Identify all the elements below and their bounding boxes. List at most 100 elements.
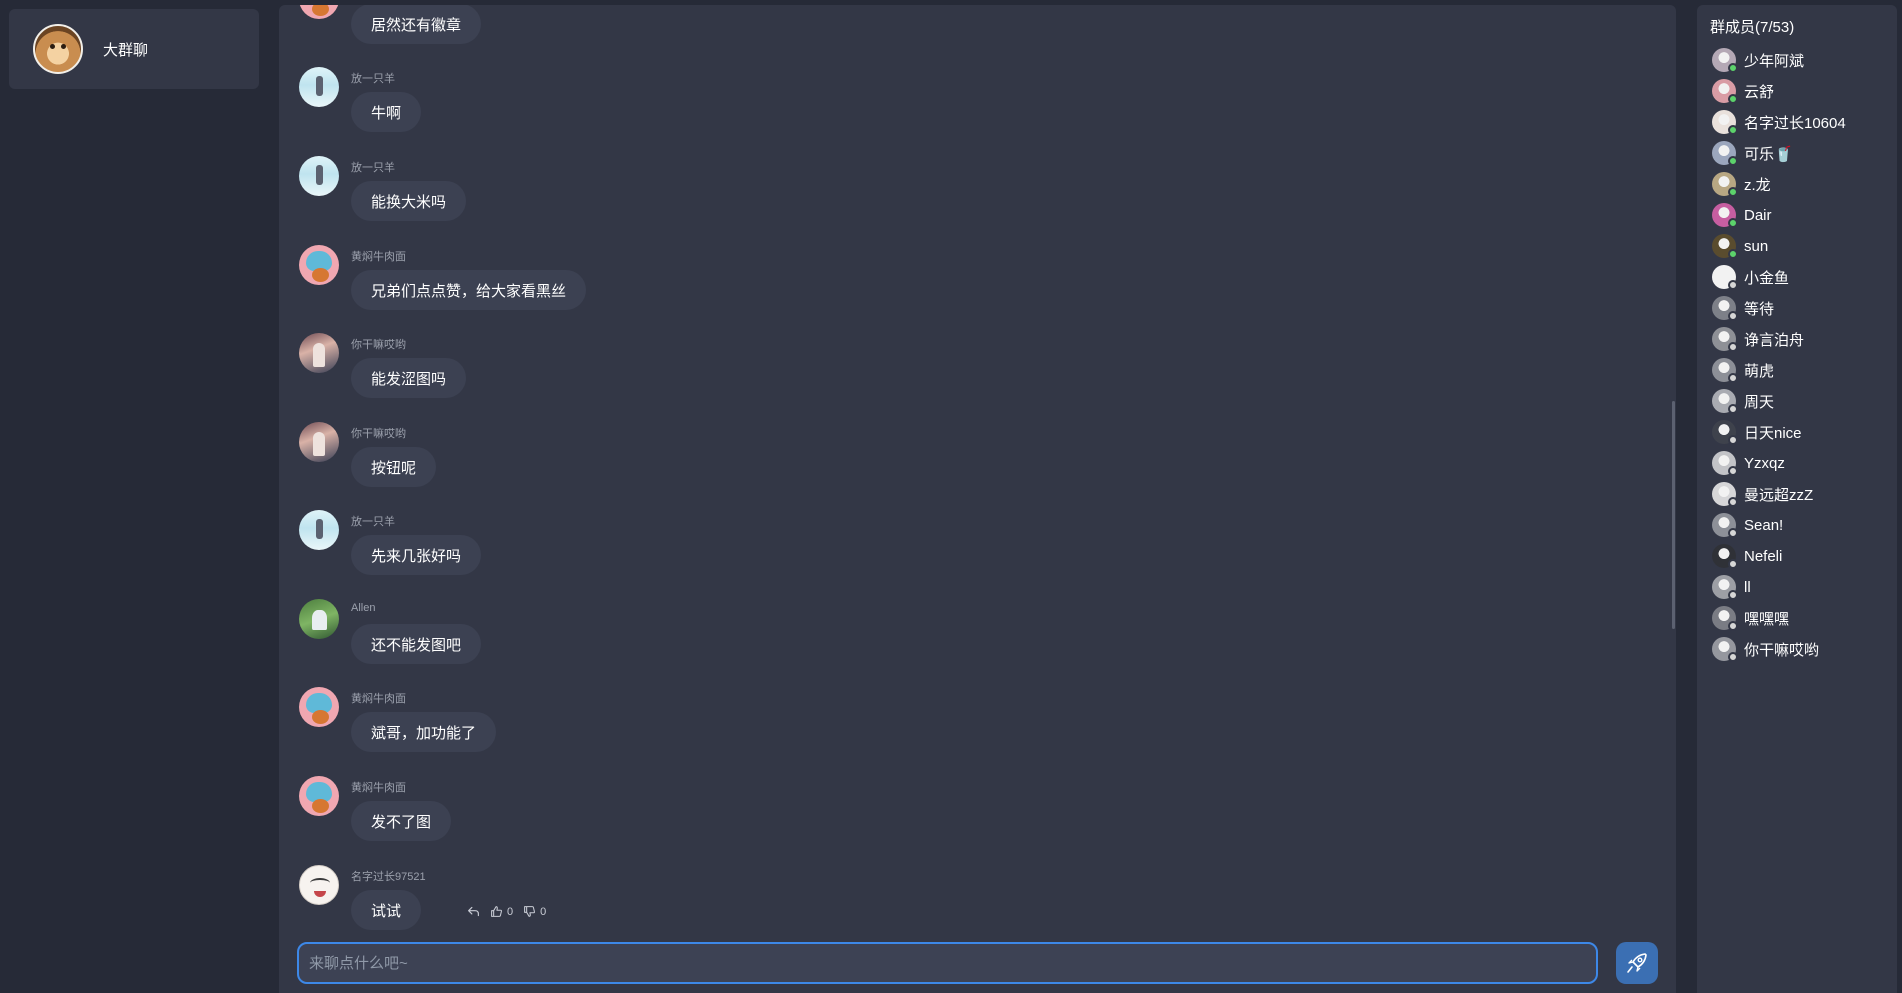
member-avatar bbox=[1712, 513, 1738, 538]
member-item[interactable]: 你干嘛哎哟 bbox=[1712, 635, 1819, 663]
status-dot bbox=[1728, 373, 1738, 383]
member-avatar bbox=[1712, 327, 1738, 352]
member-avatar bbox=[1712, 389, 1738, 414]
dino-avatar[interactable] bbox=[299, 5, 339, 19]
member-item[interactable]: sun bbox=[1712, 232, 1768, 260]
member-avatar bbox=[1712, 110, 1738, 135]
member-item[interactable]: Sean! bbox=[1712, 511, 1783, 539]
face-avatar[interactable] bbox=[299, 865, 339, 905]
member-name: Yzxqz bbox=[1744, 454, 1785, 472]
status-dot bbox=[1728, 497, 1738, 507]
message-item: 放一只羊 牛啊 bbox=[299, 67, 1199, 153]
dino-avatar[interactable] bbox=[299, 687, 339, 727]
message-item: 名字过长97521 试试 0 0 bbox=[299, 865, 1199, 930]
conversation-item-group-chat[interactable]: 大群聊 bbox=[9, 9, 259, 89]
message-item: 黄焖牛肉面 兄弟们点点赞，给大家看黑丝 bbox=[299, 245, 1199, 331]
status-dot bbox=[1728, 590, 1738, 600]
member-avatar bbox=[1712, 420, 1738, 445]
status-dot bbox=[1728, 249, 1738, 259]
member-name: 名字过长10604 bbox=[1744, 114, 1846, 132]
member-avatar bbox=[1712, 575, 1738, 600]
member-name: 诤言泊舟 bbox=[1744, 331, 1805, 349]
member-item[interactable]: Yzxqz bbox=[1712, 449, 1785, 477]
member-name: 日天nice bbox=[1744, 424, 1802, 442]
member-item[interactable]: Nefeli bbox=[1712, 542, 1782, 570]
thumbs-down-icon bbox=[524, 906, 536, 917]
message-bubble: 斌哥，加功能了 bbox=[351, 712, 497, 752]
message-sender: 黄焖牛肉面 bbox=[351, 251, 406, 263]
message-bubble: 能发涩图吗 bbox=[351, 358, 467, 398]
member-avatar bbox=[1712, 482, 1738, 507]
chat-panel: 居然还有徽章 放一只羊 牛啊 放一只羊 能换大米吗 黄焖牛肉面 兄弟们点点赞，给… bbox=[279, 5, 1676, 993]
status-dot bbox=[1728, 621, 1738, 631]
member-item[interactable]: 诤言泊舟 bbox=[1712, 325, 1804, 353]
dino-avatar[interactable] bbox=[299, 245, 339, 285]
member-avatar bbox=[1712, 172, 1738, 197]
message-sender: 放一只羊 bbox=[351, 73, 395, 85]
message-item: 你干嘛哎哟 能发涩图吗 bbox=[299, 333, 1199, 419]
sheep-avatar[interactable] bbox=[299, 67, 339, 107]
like-button[interactable]: 0 bbox=[490, 905, 513, 918]
rocket-icon bbox=[1627, 953, 1647, 973]
send-button[interactable] bbox=[1616, 942, 1658, 984]
allen-avatar[interactable] bbox=[299, 599, 339, 639]
status-dot bbox=[1728, 528, 1738, 538]
sheep-avatar[interactable] bbox=[299, 510, 339, 550]
member-avatar bbox=[1712, 265, 1738, 290]
conversation-avatar bbox=[33, 24, 83, 74]
message-input[interactable] bbox=[297, 942, 1598, 984]
sheep-avatar[interactable] bbox=[299, 156, 339, 196]
member-item[interactable]: 曼远超zzZ bbox=[1712, 480, 1813, 508]
photo-avatar[interactable] bbox=[299, 422, 339, 462]
member-avatar bbox=[1712, 141, 1738, 166]
conversation-name: 大群聊 bbox=[103, 41, 149, 59]
thumbs-up-icon bbox=[491, 906, 503, 917]
member-name: 嘿嘿嘿 bbox=[1744, 610, 1790, 628]
member-avatar bbox=[1712, 234, 1738, 259]
member-item[interactable]: 名字过长10604 bbox=[1712, 108, 1846, 136]
reply-icon bbox=[468, 906, 479, 917]
member-item[interactable]: 可乐🥤 bbox=[1712, 139, 1793, 167]
member-name: 周天 bbox=[1744, 393, 1775, 411]
status-dot bbox=[1728, 125, 1738, 135]
dislike-count: 0 bbox=[540, 905, 547, 918]
dislike-button[interactable]: 0 bbox=[523, 905, 546, 918]
member-item[interactable]: 周天 bbox=[1712, 387, 1774, 415]
member-item[interactable]: 云舒 bbox=[1712, 77, 1774, 105]
member-item[interactable]: 日天nice bbox=[1712, 418, 1802, 446]
message-sender: 黄焖牛肉面 bbox=[351, 693, 406, 705]
member-name: 小金鱼 bbox=[1744, 269, 1790, 287]
member-item[interactable]: 萌虎 bbox=[1712, 356, 1774, 384]
message-sender: 放一只羊 bbox=[351, 162, 395, 174]
member-item[interactable]: z.龙 bbox=[1712, 170, 1771, 198]
message-sender: 你干嘛哎哟 bbox=[351, 339, 406, 351]
member-item[interactable]: 少年阿斌 bbox=[1712, 46, 1804, 74]
member-name: 少年阿斌 bbox=[1744, 52, 1805, 70]
message-sender: Allen bbox=[351, 602, 376, 614]
message-item: 居然还有徽章 bbox=[299, 5, 1199, 65]
member-count-title: 群成员(7/53) bbox=[1710, 19, 1795, 36]
message-scrollbar[interactable] bbox=[1672, 401, 1675, 629]
message-sender: 放一只羊 bbox=[351, 516, 395, 528]
message-list[interactable]: 居然还有徽章 放一只羊 牛啊 放一只羊 能换大米吗 黄焖牛肉面 兄弟们点点赞，给… bbox=[279, 5, 1676, 930]
member-avatar bbox=[1712, 544, 1738, 569]
status-dot bbox=[1728, 156, 1738, 166]
reply-button[interactable] bbox=[467, 905, 480, 918]
member-item[interactable]: Dair bbox=[1712, 201, 1772, 229]
message-actions: 0 0 bbox=[467, 905, 546, 918]
message-item: 放一只羊 先来几张好吗 bbox=[299, 510, 1199, 596]
member-name: Nefeli bbox=[1744, 547, 1783, 565]
message-bubble: 居然还有徽章 bbox=[351, 5, 482, 44]
member-item[interactable]: 嘿嘿嘿 bbox=[1712, 604, 1789, 632]
member-avatar bbox=[1712, 48, 1738, 73]
photo-avatar[interactable] bbox=[299, 333, 339, 373]
member-name: ll bbox=[1744, 578, 1751, 596]
member-item[interactable]: ll bbox=[1712, 573, 1751, 601]
member-item[interactable]: 等待 bbox=[1712, 294, 1774, 322]
message-bubble: 能换大米吗 bbox=[351, 181, 467, 221]
dino-avatar[interactable] bbox=[299, 776, 339, 816]
member-name: 云舒 bbox=[1744, 83, 1775, 101]
member-avatar bbox=[1712, 606, 1738, 631]
member-item[interactable]: 小金鱼 bbox=[1712, 263, 1789, 291]
member-name: 萌虎 bbox=[1744, 362, 1775, 380]
